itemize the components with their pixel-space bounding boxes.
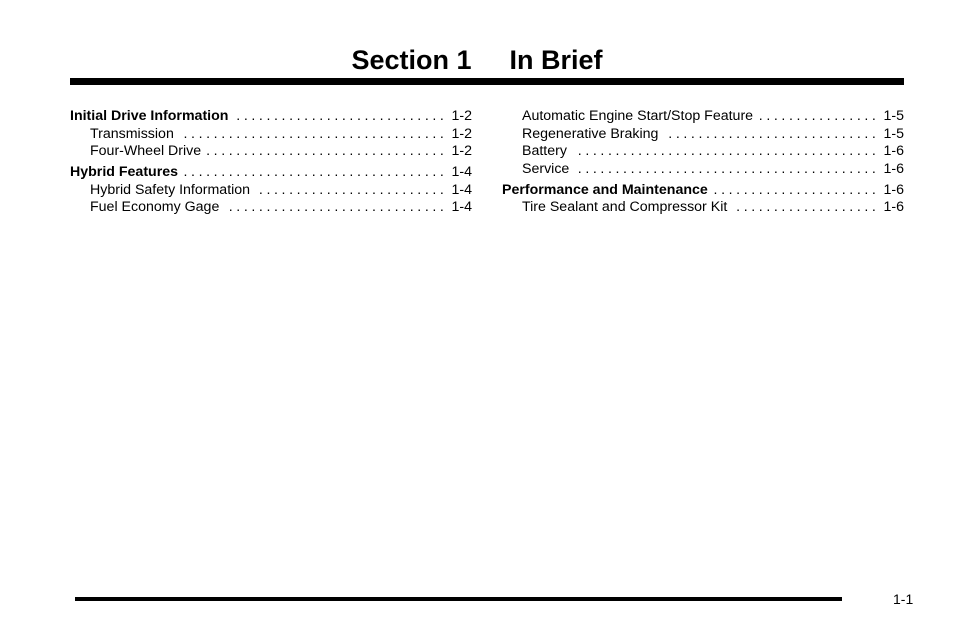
toc-entry[interactable]: Four-Wheel Drive .......................… xyxy=(70,143,472,161)
page-number: 1-1 xyxy=(893,591,914,607)
toc-entry-page: 1-4 xyxy=(451,181,472,198)
toc-entry-label: Performance and Maintenance xyxy=(502,181,708,198)
toc-leader-dots: ........................................… xyxy=(256,181,448,198)
toc-entry-label: Service xyxy=(522,160,570,177)
toc-entry[interactable]: Service ................................… xyxy=(502,161,904,179)
toc-entry[interactable]: Transmission ...........................… xyxy=(70,126,472,144)
toc-entry-label: Four-Wheel Drive xyxy=(90,143,202,160)
toc-entry-page: 1-4 xyxy=(451,164,472,181)
toc-entry[interactable]: Regenerative Braking ...................… xyxy=(502,126,904,144)
toc-entry[interactable]: Hybrid Safety Information ..............… xyxy=(70,182,472,200)
header-rule xyxy=(70,78,904,85)
toc-entry[interactable]: Tire Sealant and Compressor Kit ........… xyxy=(502,199,904,217)
toc-entry-label: Tire Sealant and Compressor Kit xyxy=(522,199,728,216)
toc-entry[interactable]: Hybrid Features ........................… xyxy=(70,164,472,182)
toc-entry-page: 1-2 xyxy=(451,143,472,160)
toc-entry-label: Automatic Engine Start/Stop Feature xyxy=(522,108,754,124)
toc-entry[interactable]: Initial Drive Information ..............… xyxy=(70,108,472,126)
toc-entry-page: 1-6 xyxy=(883,181,904,198)
toc-leader-dots: ........................................… xyxy=(184,164,448,181)
toc-entry-page: 1-5 xyxy=(883,108,904,124)
toc-entry-page: 1-6 xyxy=(883,199,904,216)
toc-leader-dots: ........................................… xyxy=(759,108,880,124)
toc-leader-dots: ........................................… xyxy=(575,160,880,177)
toc-entry-label: Transmission xyxy=(90,125,174,142)
toc-column-left: Initial Drive Information ..............… xyxy=(70,108,472,217)
toc-entry-page: 1-2 xyxy=(451,125,472,142)
toc-entry-label: Initial Drive Information xyxy=(70,108,229,124)
toc-leader-dots: ........................................… xyxy=(713,181,880,198)
toc-leader-dots: ........................................… xyxy=(225,199,448,216)
toc-entry-label: Hybrid Safety Information xyxy=(90,181,251,198)
toc-entry[interactable]: Battery ................................… xyxy=(502,143,904,161)
toc-column-right: Automatic Engine Start/Stop Feature ....… xyxy=(502,108,904,217)
toc-leader-dots: ........................................… xyxy=(733,199,880,216)
toc-entry-label: Fuel Economy Gage xyxy=(90,199,220,216)
toc-entry-label: Regenerative Braking xyxy=(522,125,659,142)
toc-entry-page: 1-6 xyxy=(883,143,904,160)
toc-entry[interactable]: Performance and Maintenance ............… xyxy=(502,182,904,200)
toc-leader-dots: ........................................… xyxy=(180,125,448,142)
toc-leader-dots: ........................................… xyxy=(664,125,880,142)
section-name: In Brief xyxy=(509,45,603,75)
section-title: Section 1 In Brief xyxy=(0,44,954,76)
footer-rule xyxy=(75,597,842,601)
toc-leader-dots: ........................................… xyxy=(572,143,880,160)
toc-entry-page: 1-2 xyxy=(451,108,472,124)
section-number: Section 1 xyxy=(351,45,472,75)
toc-entry[interactable]: Automatic Engine Start/Stop Feature ....… xyxy=(502,108,904,126)
toc-entry-page: 1-6 xyxy=(883,160,904,177)
toc-entry-label: Hybrid Features xyxy=(70,164,179,181)
toc-entry[interactable]: Fuel Economy Gage ......................… xyxy=(70,199,472,217)
toc-leader-dots: ........................................… xyxy=(207,143,448,160)
toc-entry-page: 1-5 xyxy=(883,125,904,142)
toc-leader-dots: ........................................… xyxy=(234,108,448,124)
toc-entry-label: Battery xyxy=(522,143,567,160)
toc-entry-page: 1-4 xyxy=(451,199,472,216)
